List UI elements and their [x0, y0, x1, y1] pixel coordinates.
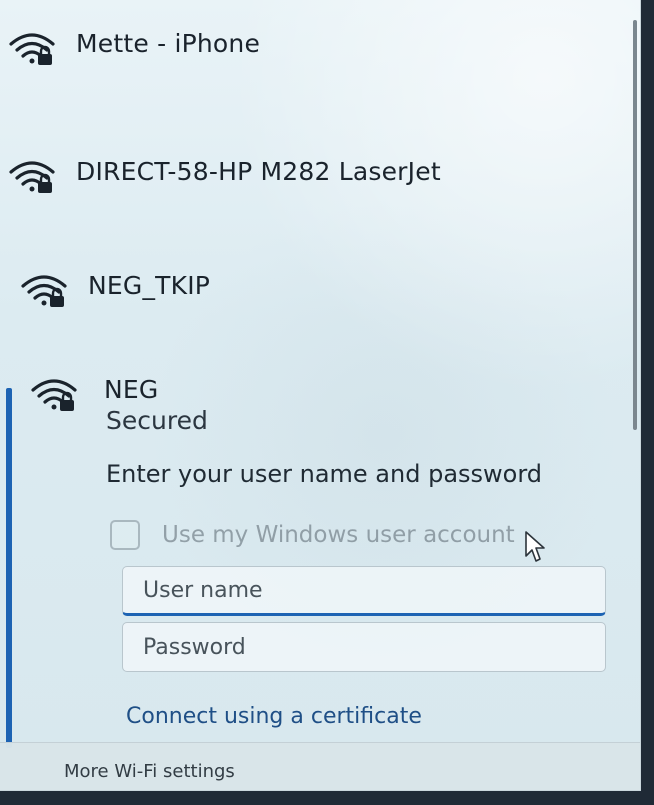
mouse-cursor-icon [525, 531, 545, 562]
wifi-flyout-panel: Mette - iPhone DIRECT-58-HP M282 LaserJe… [0, 0, 641, 791]
network-status: Secured [106, 406, 208, 435]
network-item-mette-iphone[interactable]: Mette - iPhone [8, 28, 260, 68]
username-input[interactable] [122, 566, 606, 616]
use-windows-account-checkbox[interactable] [110, 520, 140, 550]
more-wifi-settings-link[interactable]: More Wi-Fi settings [64, 761, 235, 782]
network-name: NEG [104, 375, 159, 404]
network-name: Mette - iPhone [76, 29, 261, 58]
network-item-direct-hp[interactable]: DIRECT-58-HP M282 LaserJet [8, 156, 441, 196]
scrollbar[interactable] [633, 20, 637, 430]
wifi-secured-icon [8, 156, 56, 196]
network-item-neg-tkip[interactable]: NEG_TKIP [20, 270, 210, 310]
wifi-secured-icon [20, 270, 68, 310]
network-name: DIRECT-58-HP M282 LaserJet [76, 157, 441, 186]
password-input[interactable] [122, 622, 606, 672]
use-windows-account-option[interactable]: Use my Windows user account [110, 520, 515, 550]
use-windows-account-label: Use my Windows user account [162, 522, 515, 548]
network-name: NEG_TKIP [88, 271, 211, 300]
wifi-secured-icon [30, 374, 78, 414]
connect-certificate-link[interactable]: Connect using a certificate [126, 704, 422, 729]
wifi-secured-icon [8, 28, 56, 68]
flyout-footer: More Wi-Fi settings [0, 742, 640, 790]
selected-indicator [6, 388, 12, 748]
login-prompt: Enter your user name and password [106, 460, 543, 488]
